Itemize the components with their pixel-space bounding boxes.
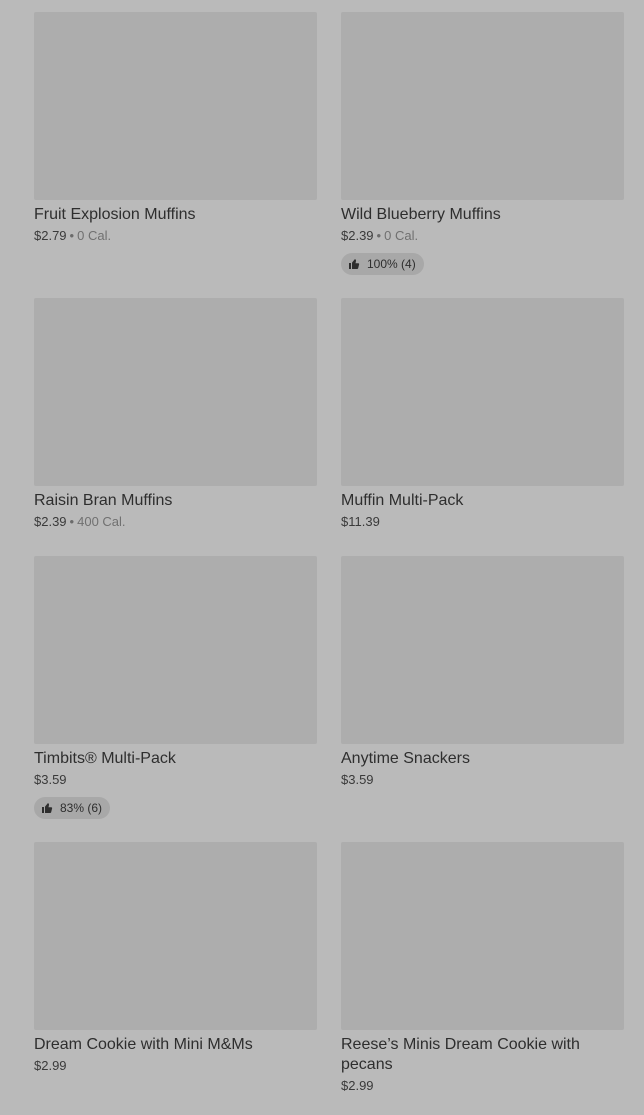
menu-item-card[interactable]: Wild Blueberry Muffins $2.39 • 0 Cal. 100%…	[341, 12, 624, 275]
menu-item-name: Fruit Explosion Muffins	[34, 206, 196, 223]
menu-item-price: $2.39	[341, 228, 374, 243]
menu-item-card[interactable]: Timbits® Multi-Pack $3.59 83% (6)	[34, 556, 317, 819]
separator-dot: •	[376, 228, 382, 243]
menu-item-image[interactable]	[34, 556, 317, 744]
rating-badge: 100% (4)	[341, 253, 424, 275]
menu-item-card[interactable]: Dream Cookie with Mini M&Ms $2.99	[34, 842, 317, 1074]
menu-item-name: Raisin Bran Muffins	[34, 492, 173, 509]
menu-item-card[interactable]: Reese’s Minis Dream Cookie with pecans $…	[341, 842, 624, 1094]
menu-item-calories: 0 Cal.	[384, 228, 419, 243]
menu-item-image[interactable]	[34, 842, 317, 1030]
menu-item-card[interactable]: Muffin Multi-Pack $11.39	[341, 298, 624, 530]
menu-items-grid: Fruit Explosion Muffins $2.79 • 0 Cal. Wil…	[0, 0, 644, 1115]
menu-item-price: $11.39	[341, 514, 380, 529]
menu-item-price: $2.99	[34, 1058, 67, 1073]
menu-item-price: $2.79	[34, 228, 67, 243]
menu-item-meta: $2.99	[34, 1058, 317, 1074]
menu-item-meta: $11.39	[341, 514, 624, 530]
menu-item-meta: $3.59	[34, 772, 317, 788]
separator-dot: •	[69, 514, 75, 529]
menu-item-card[interactable]: Anytime Snackers $3.59	[341, 556, 624, 788]
menu-item-price: $3.59	[34, 772, 67, 787]
rating-text: 83% (6)	[60, 801, 103, 815]
menu-item-calories: 400 Cal.	[77, 514, 126, 529]
menu-item-card[interactable]: Raisin Bran Muffins $2.39 • 400 Cal.	[34, 298, 317, 530]
menu-item-meta: $2.79 • 0 Cal.	[34, 228, 317, 244]
thumbs-up-icon	[349, 259, 360, 269]
menu-item-name: Wild Blueberry Muffins	[341, 206, 501, 223]
menu-item-image[interactable]	[341, 12, 624, 200]
rating-text: 100% (4)	[367, 257, 416, 271]
menu-item-name: Reese’s Minis Dream Cookie with pecans	[341, 1036, 580, 1073]
menu-item-price: $3.59	[341, 772, 374, 787]
menu-item-calories: 0 Cal.	[77, 228, 112, 243]
menu-item-card[interactable]: Fruit Explosion Muffins $2.79 • 0 Cal.	[34, 12, 317, 244]
menu-item-image[interactable]	[34, 12, 317, 200]
menu-item-image[interactable]	[341, 298, 624, 486]
menu-item-price: $2.39	[34, 514, 67, 529]
menu-item-name: Anytime Snackers	[341, 750, 470, 767]
separator-dot: •	[69, 228, 75, 243]
menu-item-meta: $2.39 • 400 Cal.	[34, 514, 317, 530]
menu-item-meta: $2.99	[341, 1078, 624, 1094]
menu-item-name: Muffin Multi-Pack	[341, 492, 464, 509]
menu-item-meta: $3.59	[341, 772, 624, 788]
menu-item-meta: $2.39 • 0 Cal.	[341, 228, 624, 244]
menu-item-price: $2.99	[341, 1078, 374, 1093]
menu-item-image[interactable]	[341, 842, 624, 1030]
rating-badge: 83% (6)	[34, 797, 111, 819]
menu-item-image[interactable]	[341, 556, 624, 744]
menu-item-name: Timbits® Multi-Pack	[34, 750, 176, 767]
menu-item-name: Dream Cookie with Mini M&Ms	[34, 1036, 253, 1053]
menu-item-image[interactable]	[34, 298, 317, 486]
thumbs-up-icon	[42, 803, 53, 813]
